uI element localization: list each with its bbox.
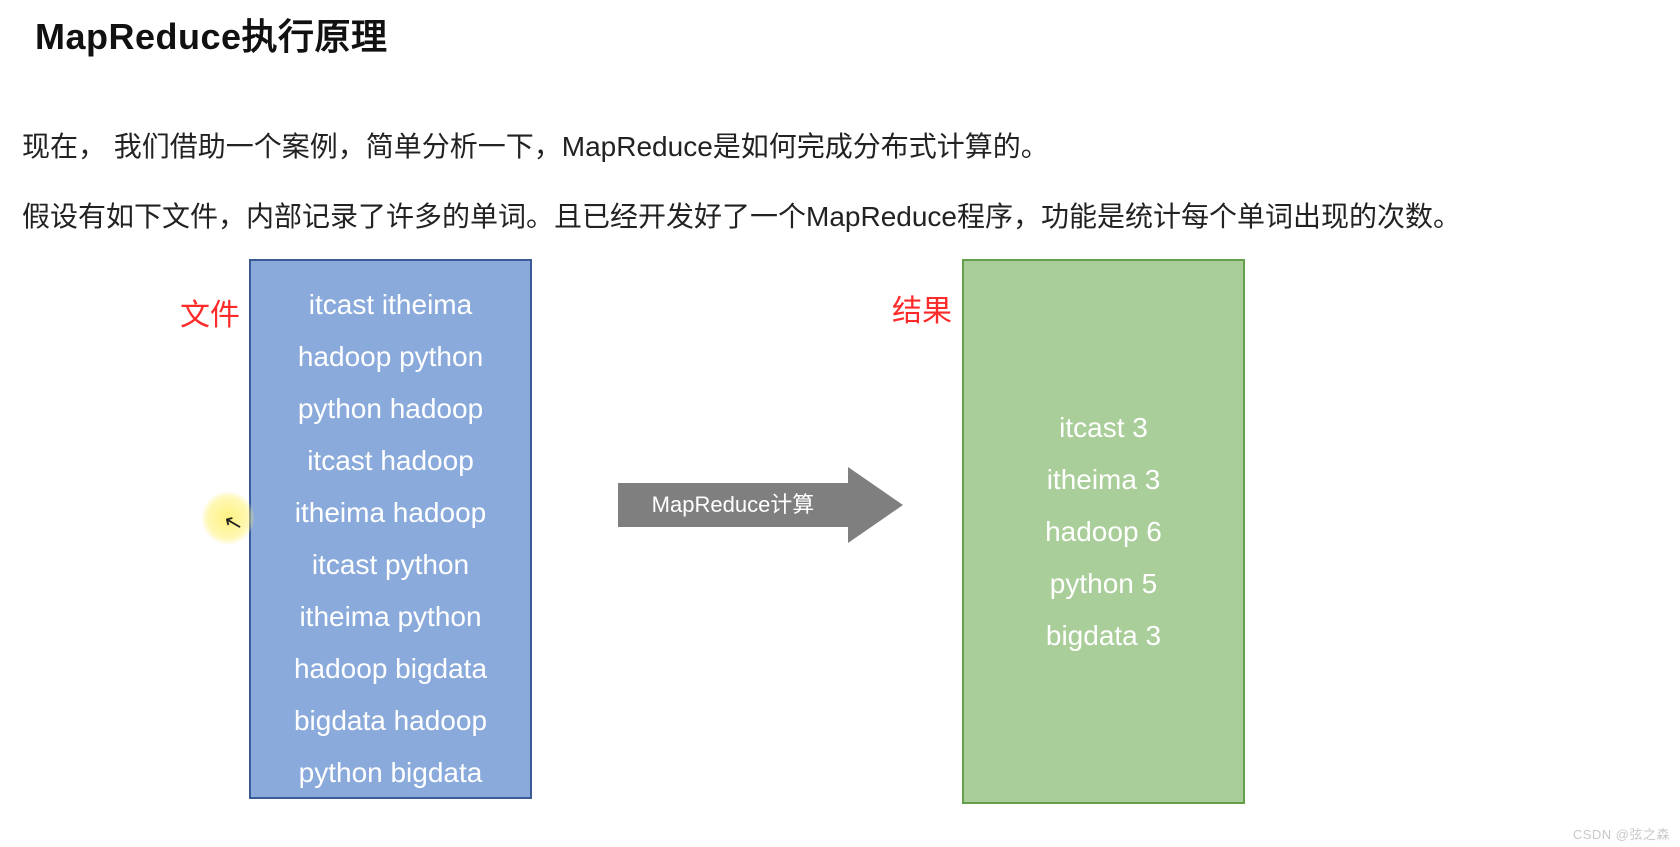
result-line: itcast 3 [964,402,1243,454]
arrow-label: MapReduce计算 [618,483,848,527]
result-line: bigdata 3 [964,610,1243,662]
file-label: 文件 [180,290,240,334]
file-line: itcast hadoop [251,435,530,487]
watermark: CSDN @弦之森 [1573,824,1670,843]
result-line: hadoop 6 [964,506,1243,558]
file-line: hadoop bigdata [251,643,530,695]
arrow-head-icon [848,467,903,543]
file-line: python bigdata [251,747,530,799]
file-line: itheima hadoop [251,487,530,539]
page-title: MapReduce执行原理 [35,8,388,60]
file-line: bigdata hadoop [251,695,530,747]
cursor-highlight-icon [202,492,254,544]
file-line: itcast itheima [251,279,530,331]
intro-paragraph-1: 现在， 我们借助一个案例，简单分析一下，MapReduce是如何完成分布式计算的… [22,125,1049,165]
file-line: python hadoop [251,383,530,435]
cursor-icon: ↖ [221,508,246,538]
mapreduce-arrow: MapReduce计算 [618,475,908,535]
result-line: itheima 3 [964,454,1243,506]
result-line: python 5 [964,558,1243,610]
result-label: 结果 [892,286,952,330]
file-line: itheima python [251,591,530,643]
file-line: itcast python [251,539,530,591]
intro-paragraph-2: 假设有如下文件，内部记录了许多的单词。且已经开发好了一个MapReduce程序，… [22,195,1461,235]
input-file-box: itcast itheima hadoop python python hado… [249,259,532,799]
result-box: itcast 3 itheima 3 hadoop 6 python 5 big… [962,259,1245,804]
file-line: hadoop python [251,331,530,383]
